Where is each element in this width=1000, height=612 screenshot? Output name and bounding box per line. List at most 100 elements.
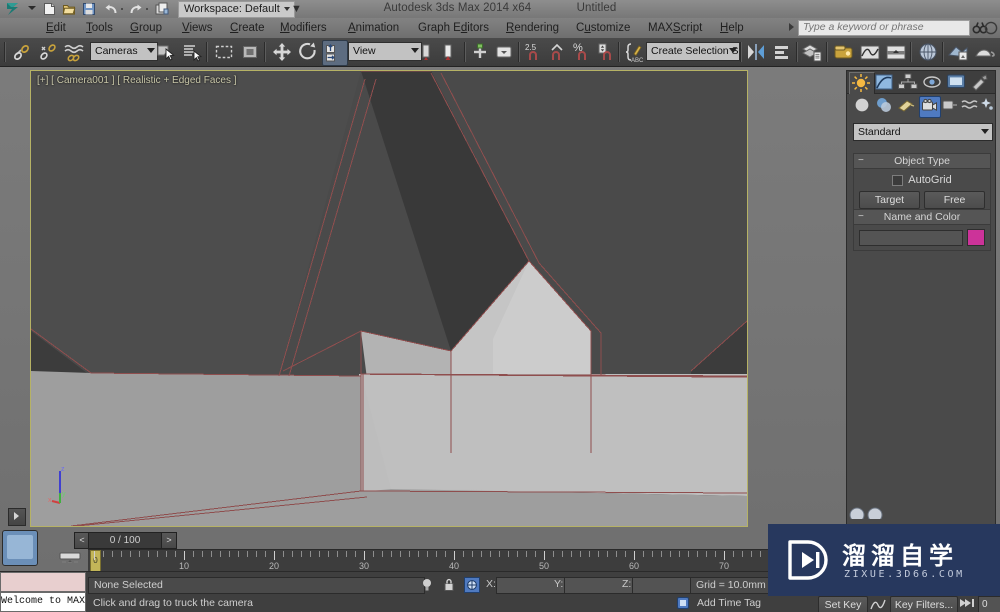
search-box[interactable] [798,20,970,36]
helpers-icon[interactable] [941,96,961,116]
absolute-relative-transform-icon[interactable] [464,577,480,593]
use-selection-center-icon[interactable] [440,40,464,64]
key-filters-button[interactable]: Key Filters... [890,596,958,612]
render-setup-icon[interactable] [946,40,970,64]
select-and-manipulate-icon[interactable] [468,40,492,64]
select-object-icon[interactable] [154,40,178,64]
unlink-selection-icon[interactable] [36,40,60,64]
go-to-end-icon[interactable] [958,596,976,612]
menu-modifiers[interactable]: Modifiers [276,21,331,35]
angle-snap-toggle-icon[interactable] [546,40,570,64]
time-tag-icon[interactable] [676,596,690,612]
name-and-color-header[interactable]: − Name and Color [854,210,990,225]
reference-coordinate-combo[interactable]: View [348,42,422,61]
menu-views[interactable]: Views [178,21,216,35]
prompt-field[interactable] [0,572,86,592]
lightbulb-icon[interactable] [420,577,434,597]
align-icon[interactable] [770,40,794,64]
curve-editor-icon[interactable] [858,40,882,64]
snaps-toggle-icon[interactable]: 2.5 [522,40,546,64]
ruler-tick [715,551,716,557]
cameras-icon[interactable] [919,96,941,118]
modify-tab[interactable] [873,72,897,93]
edit-named-selection-sets-icon[interactable]: ABC [622,40,646,64]
hierarchy-tab[interactable] [897,72,921,93]
menu-animation[interactable]: Animation [344,21,403,35]
menu-maxscript[interactable]: MAXScript [644,21,706,35]
object-type-header[interactable]: − Object Type [854,154,990,169]
autogrid-row[interactable]: AutoGrid [854,173,990,187]
next-frame-button[interactable]: > [161,532,177,549]
menu-create[interactable]: Create [226,21,269,35]
create-tab[interactable] [849,72,875,94]
menu-rendering[interactable]: Rendering [502,21,563,35]
expand-viewport-button[interactable] [8,508,26,526]
time-slider[interactable]: 0 / 100 [88,532,162,549]
ruler-tick [175,551,176,557]
display-tab[interactable] [945,72,969,93]
bind-to-space-warp-icon[interactable] [62,40,86,64]
menu-customize[interactable]: Customize [572,21,634,35]
set-key-button[interactable]: Set Key [818,596,868,612]
add-time-tag[interactable]: Add Time Tag [692,596,797,611]
lights-icon[interactable] [897,96,917,116]
time-cursor[interactable]: 0 [90,550,101,573]
x-coord-label: X: [486,577,496,592]
ruler-tick [337,551,338,557]
viewport-scene[interactable] [31,71,747,526]
help-circle-icon[interactable] [983,21,999,38]
select-and-rotate-icon[interactable] [296,40,320,64]
collapse-icon[interactable]: − [858,154,864,168]
keyboard-shortcut-override-icon[interactable] [492,40,516,64]
subcategory-combo[interactable]: Standard [853,123,993,141]
select-and-link-icon[interactable] [10,40,34,64]
current-frame-field[interactable]: 0 [978,596,1000,612]
search-expand-icon[interactable] [789,23,794,31]
watermark-play-logo-icon [784,538,830,587]
menu-edit[interactable]: EEditdit [42,21,70,35]
object-name-input[interactable] [859,230,963,246]
render-production-icon[interactable] [972,40,996,64]
selection-filter-combo[interactable]: Cameras [90,42,158,61]
select-by-name-icon[interactable] [180,40,204,64]
geometry-icon[interactable] [853,96,873,116]
menu-graph-editors[interactable]: Graph Editors [414,21,493,35]
systems-icon[interactable] [977,96,997,116]
schematic-view-icon[interactable] [884,40,908,64]
autogrid-checkbox[interactable] [892,175,903,186]
shapes-icon[interactable] [875,96,895,116]
menu-group[interactable]: Group [126,21,166,35]
named-selection-sets-combo[interactable]: Create Selection Set [646,42,740,61]
use-pivot-point-center-icon[interactable] [418,40,442,64]
rectangular-selection-region-icon[interactable] [212,40,236,64]
key-filters-curve-icon[interactable] [870,596,886,612]
mirror-icon[interactable] [744,40,768,64]
percent-snap-toggle-icon[interactable]: % [570,40,594,64]
ruler-tick [418,551,419,557]
motion-tab[interactable] [921,72,945,93]
3dsmax-window: Workspace: Default ▼ Autodesk 3ds Max 20… [0,0,1000,612]
select-and-place-icon[interactable] [322,40,348,66]
window-crossing-icon[interactable] [238,40,262,64]
layer-manager-icon[interactable] [800,40,824,64]
search-input[interactable] [799,21,967,33]
key-mode-toggle-icon[interactable] [58,551,82,569]
graphite-modeling-tools-icon[interactable] [832,40,856,64]
reference-coordinate-value: View [353,45,376,57]
main-toolbar: Cameras View [0,38,1000,67]
spinner-snap-toggle-icon[interactable] [594,40,618,64]
free-camera-button[interactable]: Free [924,191,985,209]
menu-help[interactable]: Help [716,21,748,35]
collapse-icon[interactable]: − [858,210,864,224]
auto-key-button[interactable] [2,530,38,566]
target-camera-button[interactable]: Target [859,191,920,209]
viewport-camera001[interactable]: [+] [ Camera001 ] [ Realistic + Edged Fa… [30,70,748,527]
lock-icon[interactable] [442,577,456,597]
material-editor-icon[interactable] [916,40,940,64]
object-color-swatch[interactable] [967,229,985,246]
select-and-move-icon[interactable] [270,40,294,64]
menu-tools[interactable]: Tools [82,21,117,35]
utilities-tab[interactable] [969,72,993,93]
viewport-navigation-controls[interactable] [848,503,890,522]
window-title: Autodesk 3ds Max 2014 x64 Untitled [0,2,1000,14]
